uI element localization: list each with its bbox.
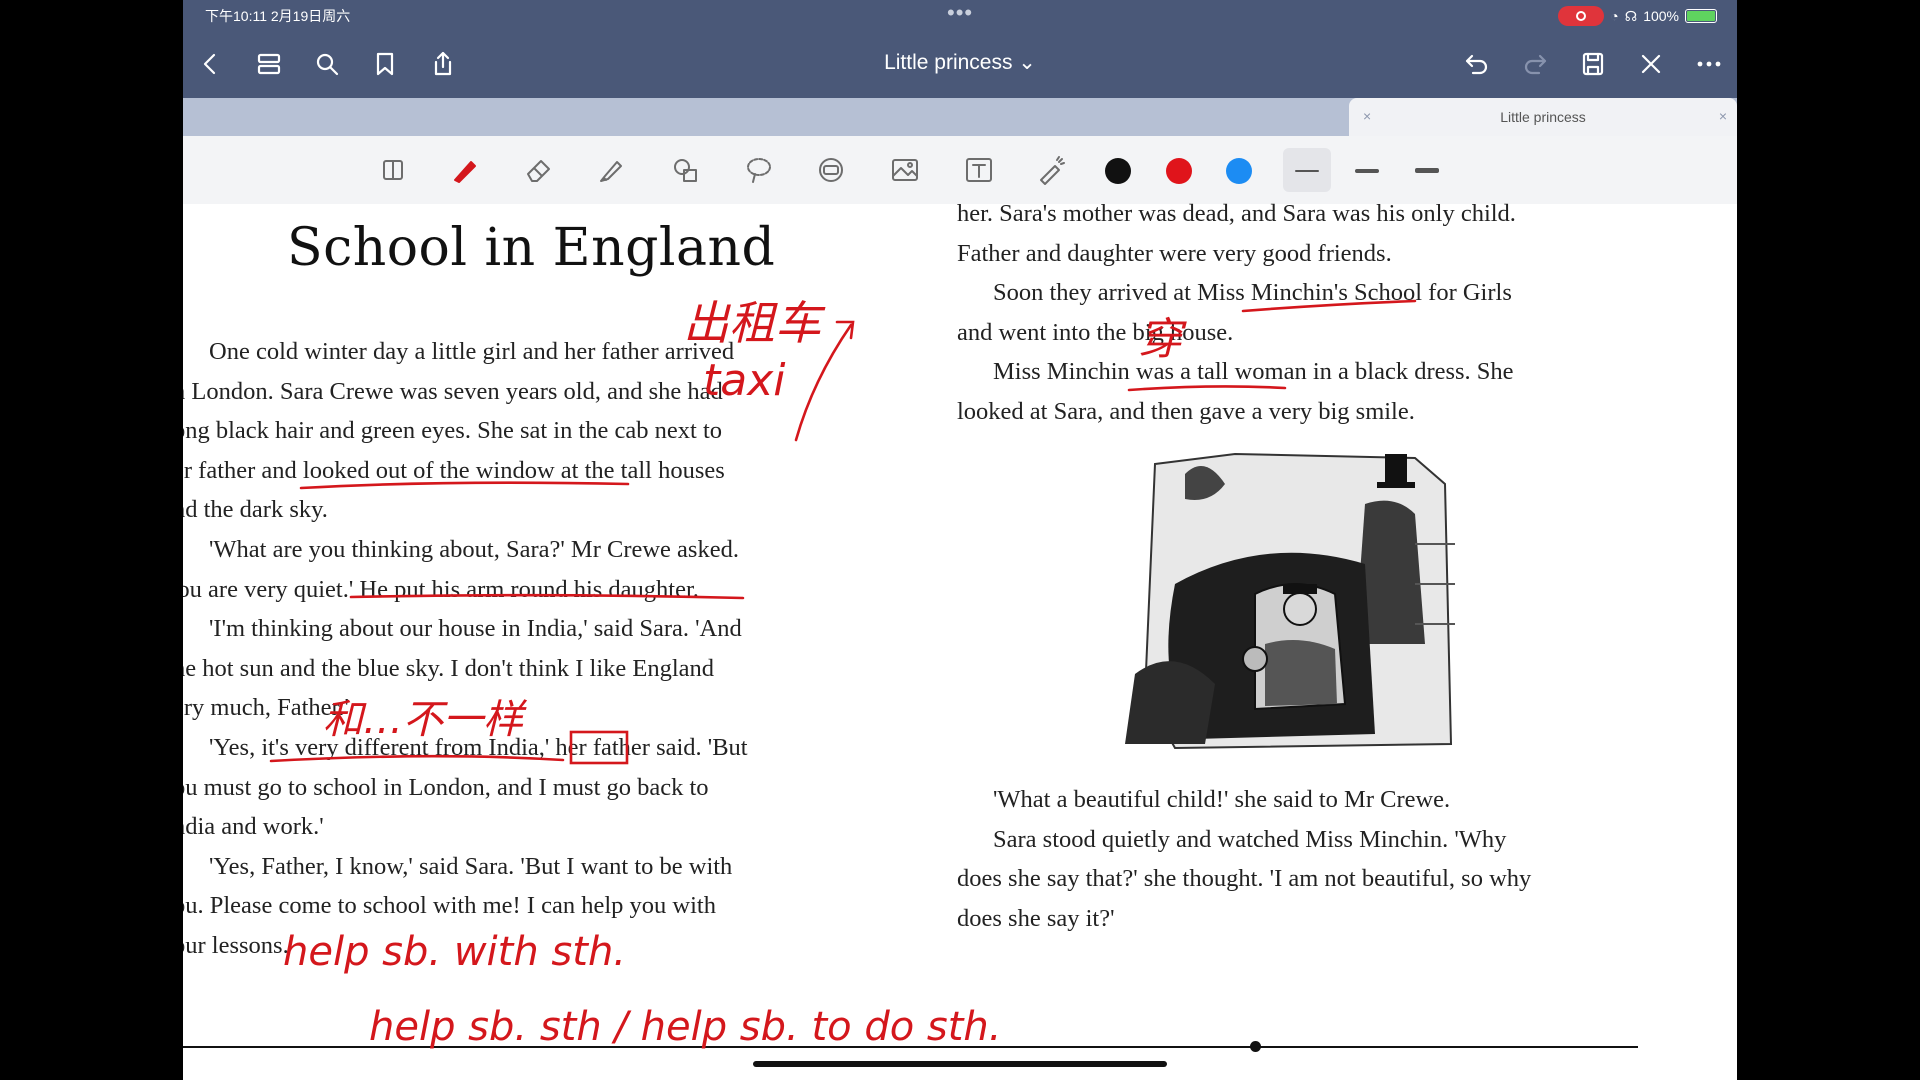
text-line: Soon they arrived at Miss Minchin's Scho… xyxy=(993,279,1512,307)
text-line: our lessons.' xyxy=(183,931,294,959)
wifi-icon: ◔ xyxy=(1610,8,1619,24)
text-tool[interactable] xyxy=(959,150,999,190)
text-box-icon xyxy=(966,158,992,182)
stroke-thick-option[interactable] xyxy=(1415,168,1439,173)
more-button[interactable] xyxy=(1689,44,1729,84)
text-line: 'What are you thinking about, Sara?' Mr … xyxy=(209,535,739,563)
text-line: One cold winter day a little girl and he… xyxy=(209,338,735,365)
undo-icon xyxy=(1465,54,1488,75)
redo-button[interactable] xyxy=(1515,44,1555,84)
reader-mode-tool[interactable] xyxy=(373,150,413,190)
sticker-tool[interactable] xyxy=(811,150,851,190)
text-line: n London. Sara Crewe was seven years old… xyxy=(183,377,723,405)
image-tool[interactable] xyxy=(885,150,925,190)
text-line: 'I'm thinking about our house in India,'… xyxy=(209,615,742,643)
text-line: ery much, Father.' xyxy=(183,694,349,722)
text-line: nd the dark sky. xyxy=(183,496,328,524)
tab-2[interactable] xyxy=(603,98,913,136)
lasso-icon xyxy=(747,158,771,183)
eraser-icon xyxy=(527,160,550,182)
screen-record-icon[interactable] xyxy=(1558,6,1605,26)
text-line: Sara stood quietly and watched Miss Minc… xyxy=(993,825,1507,853)
eraser-tool[interactable] xyxy=(519,150,559,190)
stroke-medium-option[interactable] xyxy=(1355,169,1379,173)
status-indicators: ◔ ☊ 100% xyxy=(1558,6,1717,26)
right-text-column: her. Sara's mother was dead, and Sara wa… xyxy=(957,194,1637,432)
text-line: er father and looked out of the window a… xyxy=(183,456,725,484)
color-black-swatch[interactable] xyxy=(1105,158,1131,184)
image-icon xyxy=(892,159,918,181)
text-line: Father and daughter were very good frien… xyxy=(957,239,1392,267)
page-scrubber-knob[interactable] xyxy=(1250,1041,1261,1052)
text-line: ou must go to school in London, and I mu… xyxy=(183,773,709,801)
text-line: 'Yes, Father, I know,' said Sara. 'But I… xyxy=(209,852,733,880)
left-text-column: One cold winter day a little girl and he… xyxy=(183,332,850,966)
text-line: ndia and work.' xyxy=(183,813,324,841)
stroke-thin-option[interactable] xyxy=(1295,170,1319,172)
text-line: her. Sara's mother was dead, and Sara wa… xyxy=(957,200,1516,227)
tab-little-princess[interactable]: × Little princess × xyxy=(1349,98,1737,136)
undo-button[interactable] xyxy=(1457,44,1497,84)
tab-label: Little princess xyxy=(1500,109,1586,125)
text-line: and went into the big house. xyxy=(957,318,1234,346)
tab-close-icon[interactable]: × xyxy=(1363,108,1371,124)
more-icon xyxy=(1697,61,1721,67)
tab-3[interactable] xyxy=(1063,98,1243,136)
pen-icon xyxy=(454,161,476,183)
save-icon xyxy=(1582,52,1604,76)
text-line: he hot sun and the blue sky. I don't thi… xyxy=(183,654,715,682)
carriage-illustration xyxy=(1115,444,1477,756)
text-line: does she say it?' xyxy=(957,904,1115,932)
text-line: looked at Sara, and then gave a very big… xyxy=(957,397,1415,425)
text-line: 'What a beautiful child!' she said to Mr… xyxy=(993,786,1451,813)
color-red-swatch[interactable] xyxy=(1166,158,1192,184)
save-button[interactable] xyxy=(1573,44,1613,84)
tab-1[interactable] xyxy=(193,98,503,136)
laser-pointer-icon xyxy=(1040,156,1065,185)
status-time: 下午10:11 2月19日周六 xyxy=(205,8,351,24)
color-blue-swatch[interactable] xyxy=(1226,158,1252,184)
text-line: does she say that?' she thought. 'I am n… xyxy=(957,865,1532,893)
text-line: Miss Minchin was a tall woman in a black… xyxy=(993,358,1514,386)
highlighter-tool[interactable] xyxy=(591,150,631,190)
text-line: ong black hair and green eyes. She sat i… xyxy=(183,417,723,445)
chapter-title: School in England xyxy=(287,218,776,278)
home-indicator[interactable] xyxy=(753,1061,1167,1067)
reader-mode-icon xyxy=(383,160,403,180)
headphones-icon: ☊ xyxy=(1624,7,1638,24)
close-button[interactable] xyxy=(1631,44,1671,84)
top-bar: 下午10:11 2月19日周六 ••• ◔ ☊ 100% Little prin… xyxy=(183,0,1737,98)
text-line: 'ou are very quiet.' He put his arm roun… xyxy=(183,575,699,603)
shapes-tool[interactable] xyxy=(665,150,705,190)
redo-icon xyxy=(1524,54,1547,75)
sticker-icon xyxy=(819,158,843,182)
battery-icon xyxy=(1685,9,1717,23)
tab-strip: × Little princess × xyxy=(183,98,1737,136)
shapes-icon xyxy=(674,159,697,182)
text-line: 'Yes, it's very different from India,' h… xyxy=(209,733,748,761)
reader-app: 下午10:11 2月19日周六 ••• ◔ ☊ 100% Little prin… xyxy=(183,0,1737,1080)
highlighter-icon xyxy=(600,161,622,182)
page-content[interactable]: School in England One cold winter day a … xyxy=(183,200,1737,1080)
close-icon xyxy=(1641,54,1661,74)
document-title[interactable]: Little princess ⌄ xyxy=(183,50,1737,75)
lasso-tool[interactable] xyxy=(739,150,779,190)
tab-close-right-icon[interactable]: × xyxy=(1719,108,1727,124)
text-line: ou. Please come to school with me! I can… xyxy=(183,892,716,920)
multitask-dots[interactable]: ••• xyxy=(947,0,973,26)
battery-percent: 100% xyxy=(1643,8,1679,24)
page-scrubber-track[interactable] xyxy=(183,1046,1638,1048)
laser-pointer-tool[interactable] xyxy=(1031,150,1071,190)
caption-column: 'What a beautiful child!' she said to Mr… xyxy=(957,780,1637,938)
pen-tool[interactable] xyxy=(445,150,485,190)
